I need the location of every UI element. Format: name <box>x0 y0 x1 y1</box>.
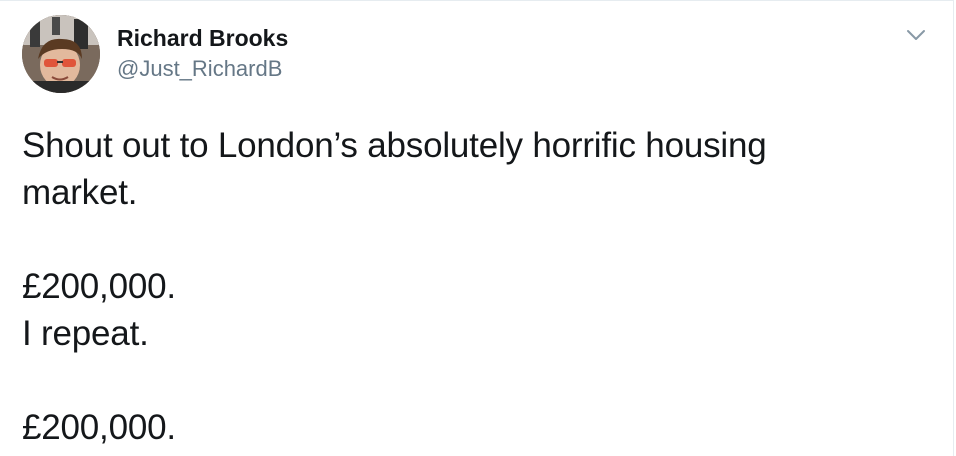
tweet-text-line: £200,000. <box>22 267 176 306</box>
tweet-text-line: Shout out to London’s absolutely horrifi… <box>22 126 767 165</box>
tweet-text-line: market. <box>22 173 138 212</box>
profile-photo-icon <box>22 15 100 93</box>
tweet-text-line: £200,000. <box>22 408 176 447</box>
author-display-name[interactable]: Richard Brooks <box>117 24 288 52</box>
author-handle[interactable]: @Just_RichardB <box>117 56 282 82</box>
tweet-text-line: I repeat. <box>22 314 149 353</box>
avatar[interactable] <box>22 15 100 93</box>
tweet-card: Richard Brooks @Just_RichardB Shout out … <box>0 0 954 456</box>
chevron-down-icon[interactable] <box>904 25 928 45</box>
tweet-text: Shout out to London’s absolutely horrifi… <box>22 122 922 451</box>
